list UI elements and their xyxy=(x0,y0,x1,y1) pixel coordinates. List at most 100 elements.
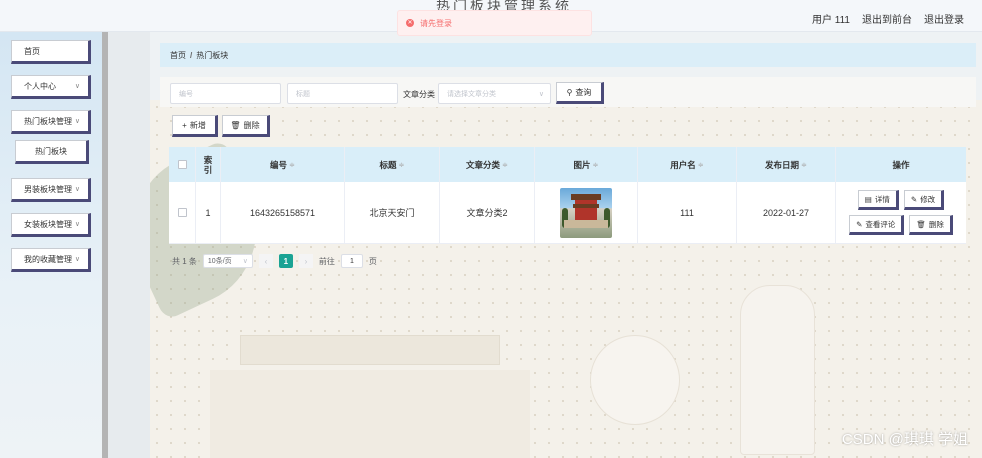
row-delete-button[interactable]: 🗑 删除 xyxy=(909,215,953,235)
next-page-button[interactable]: › xyxy=(298,254,313,268)
error-toast: ✕ 请先登录 xyxy=(397,10,592,36)
column-header-username[interactable]: 用户名 ≑ xyxy=(638,147,737,182)
chevron-down-icon: ∨ xyxy=(242,258,248,265)
view-comments-button-label: 查看评论 xyxy=(865,219,896,229)
row-image-cell xyxy=(535,182,638,243)
header-label: 索引 xyxy=(203,154,213,175)
column-header-title[interactable]: 标题 ≑ xyxy=(345,147,440,182)
column-header-image[interactable]: 图片 ≑ xyxy=(535,147,638,182)
pagination: 共 1 条 10条/页 ∨ ‹ 1 › 前往 1 页 xyxy=(172,253,377,269)
sidebar-item-label: 热门板块管理 xyxy=(24,116,72,126)
sidebar-item-favorites-management[interactable]: 我的收藏管理 ∨ xyxy=(11,248,91,272)
gate-shape xyxy=(575,197,597,220)
page-size-select[interactable]: 10条/页 ∨ xyxy=(202,254,253,268)
pencil-icon: ✎ xyxy=(856,219,863,229)
total-count: 共 1 条 xyxy=(172,256,197,266)
back-to-front-link[interactable]: 退出到前台 xyxy=(862,11,912,26)
roof-shape xyxy=(573,203,599,208)
chevron-right-icon: › xyxy=(304,256,308,266)
query-button[interactable]: ⚲ 查询 xyxy=(556,82,604,104)
sort-icon: ≑ xyxy=(398,161,405,169)
detail-button-label: 详情 xyxy=(874,194,890,204)
delete-button-label: 删除 xyxy=(243,120,260,130)
column-header-index[interactable]: 索引 xyxy=(196,147,221,182)
number-search-input[interactable]: 编号 xyxy=(170,83,281,104)
content-gutter xyxy=(108,32,150,458)
breadcrumb-current: 热门板块 xyxy=(196,50,229,60)
sort-icon: ≑ xyxy=(502,161,508,169)
sidebar-item-home[interactable]: 首页 xyxy=(11,40,91,64)
row-date: 2022-01-27 xyxy=(737,182,836,243)
breadcrumb: 首页 / 热门板块 xyxy=(160,43,976,67)
add-button[interactable]: + 新增 xyxy=(172,115,218,137)
sidebar-item-personal-center[interactable]: 个人中心 ∨ xyxy=(11,75,91,99)
search-icon: ⚲ xyxy=(566,87,573,97)
title-search-input[interactable]: 标题 xyxy=(287,83,398,104)
sort-icon: ≑ xyxy=(697,161,704,169)
sidebar-item-menswear-management[interactable]: 男装板块管理 ∨ xyxy=(11,178,91,202)
query-button-label: 查询 xyxy=(575,87,592,97)
chevron-left-icon: ‹ xyxy=(264,256,268,266)
decor-block xyxy=(240,335,500,365)
row-index: 1 xyxy=(196,182,221,243)
plus-icon: + xyxy=(182,120,187,130)
header-label: 操作 xyxy=(892,159,910,170)
edit-button[interactable]: ✎ 修改 xyxy=(903,190,945,210)
chevron-down-icon: ∨ xyxy=(74,186,80,193)
hot-section-table: 索引 编号 ≑ 标题 ≑ 文章分类 ≑ 图片 ≑ 用户名 ≑ 发布日期 ≑ 操作 1 164… xyxy=(169,147,966,244)
row-actions: ▤ 详情 ✎ 修改 ✎ 查看评论 🗑 删除 xyxy=(836,182,966,243)
sidebar-item-womenswear-management[interactable]: 女装板块管理 ∨ xyxy=(11,213,91,237)
trash-icon: 🗑 xyxy=(230,120,241,130)
batch-delete-button[interactable]: 🗑 删除 xyxy=(222,115,270,137)
select-all-checkbox[interactable] xyxy=(177,160,187,169)
number-search-placeholder: 编号 xyxy=(179,90,193,98)
roof-shape xyxy=(571,193,601,200)
sort-icon: ≑ xyxy=(289,161,295,169)
sidebar-item-hot-section-management[interactable]: 热门板块管理 ∨ xyxy=(11,110,91,134)
toast-message: 请先登录 xyxy=(420,18,452,28)
goto-page-input[interactable]: 1 xyxy=(340,254,363,268)
column-header-actions: 操作 xyxy=(836,147,966,182)
row-checkbox[interactable] xyxy=(177,208,187,217)
goto-label: 前往 xyxy=(318,256,335,266)
error-icon: ✕ xyxy=(406,19,414,27)
row-username: 111 xyxy=(638,182,737,243)
sidebar-item-label: 我的收藏管理 xyxy=(24,254,72,264)
sidebar-item-hot-section[interactable]: 热门板块 xyxy=(15,140,89,164)
title-search-placeholder: 标题 xyxy=(296,90,310,98)
header-label: 发布日期 xyxy=(765,159,800,170)
base-shape xyxy=(564,219,608,228)
sidebar-item-label: 首页 xyxy=(24,46,40,56)
prev-page-button[interactable]: ‹ xyxy=(258,254,273,268)
add-button-label: 新增 xyxy=(189,120,206,130)
detail-button[interactable]: ▤ 详情 xyxy=(857,190,899,210)
chevron-down-icon: ∨ xyxy=(74,118,80,125)
sidebar-item-label: 热门板块 xyxy=(35,146,67,156)
breadcrumb-separator: / xyxy=(190,50,193,60)
category-label: 文章分类 xyxy=(403,90,435,99)
category-select-placeholder: 请选择文章分类 xyxy=(447,90,496,98)
header-label: 图片 xyxy=(573,159,591,170)
csdn-watermark: CSDN @琪琪 学姐 xyxy=(841,431,968,448)
breadcrumb-home[interactable]: 首页 xyxy=(170,50,186,61)
page-number-current[interactable]: 1 xyxy=(278,254,293,268)
edit-button-label: 修改 xyxy=(920,194,936,204)
logout-link[interactable]: 退出登录 xyxy=(924,11,964,26)
table-row: 1 1643265158571 北京天安门 文章分类2 111 2022-01-… xyxy=(169,182,966,244)
column-header-date[interactable]: 发布日期 ≑ xyxy=(737,147,836,182)
trash-icon: 🗑 xyxy=(916,219,926,229)
column-header-number[interactable]: 编号 ≑ xyxy=(221,147,345,182)
sidebar-item-label: 个人中心 xyxy=(24,81,56,91)
sort-icon: ≑ xyxy=(592,161,599,169)
row-title: 北京天安门 xyxy=(345,182,440,243)
view-comments-button[interactable]: ✎ 查看评论 xyxy=(849,215,905,235)
sort-icon: ≑ xyxy=(801,161,807,169)
chevron-down-icon: ∨ xyxy=(74,221,80,228)
sidebar-item-label: 女装板块管理 xyxy=(24,219,72,229)
column-header-category[interactable]: 文章分类 ≑ xyxy=(440,147,535,182)
document-icon: ▤ xyxy=(864,194,872,204)
tiananmen-thumbnail-image[interactable] xyxy=(560,187,612,238)
category-select[interactable]: 请选择文章分类 ∨ xyxy=(438,83,551,104)
chevron-down-icon: ∨ xyxy=(538,90,544,98)
row-category: 文章分类2 xyxy=(440,182,535,243)
